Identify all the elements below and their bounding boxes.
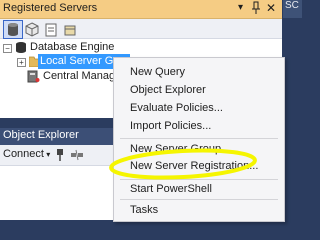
right-dock-panel: SC bbox=[283, 0, 302, 220]
analysis-services-toolbar-button[interactable] bbox=[22, 20, 42, 39]
menu-item-tasks[interactable]: Tasks bbox=[130, 202, 158, 218]
connect-button-label: Connect bbox=[3, 148, 44, 160]
menu-separator bbox=[120, 138, 278, 139]
collapse-icon[interactable]: − bbox=[3, 44, 12, 53]
integration-services-toolbar-button[interactable] bbox=[60, 20, 80, 39]
tree-item-label: Central Manag bbox=[43, 70, 116, 82]
pin-icon[interactable] bbox=[251, 1, 261, 15]
registered-servers-toolbar bbox=[0, 19, 282, 39]
window-position-dropdown-icon[interactable]: ▾ bbox=[238, 2, 243, 13]
disconnect-icon[interactable] bbox=[70, 148, 84, 162]
server-icon bbox=[27, 70, 40, 83]
registered-servers-title: Registered Servers bbox=[3, 2, 98, 14]
reporting-services-toolbar-button[interactable] bbox=[41, 20, 61, 39]
menu-separator bbox=[120, 179, 278, 180]
menu-item-start-powershell[interactable]: Start PowerShell bbox=[130, 181, 212, 197]
cube-icon bbox=[25, 22, 39, 37]
database-icon bbox=[16, 42, 26, 53]
connect-button[interactable]: Connect ▾ bbox=[3, 148, 50, 160]
menu-item-evaluate-policies[interactable]: Evaluate Policies... bbox=[130, 100, 223, 116]
report-icon bbox=[45, 23, 57, 37]
menu-item-new-query[interactable]: New Query bbox=[130, 64, 185, 80]
menu-item-new-server-group[interactable]: New Server Group... bbox=[130, 141, 230, 157]
right-dock-tab[interactable]: SC bbox=[283, 0, 302, 18]
menu-item-object-explorer[interactable]: Object Explorer bbox=[130, 82, 206, 98]
object-explorer-title: Object Explorer bbox=[3, 129, 79, 141]
menu-item-import-policies[interactable]: Import Policies... bbox=[130, 118, 211, 134]
database-icon bbox=[8, 23, 18, 36]
context-menu: New Query Object Explorer Evaluate Polic… bbox=[113, 57, 285, 222]
close-icon[interactable]: ✕ bbox=[266, 1, 276, 15]
menu-item-new-server-registration[interactable]: New Server Registration... bbox=[130, 158, 258, 174]
chevron-down-icon: ▾ bbox=[43, 150, 51, 159]
package-icon bbox=[64, 25, 76, 36]
database-engine-toolbar-button[interactable] bbox=[3, 20, 23, 39]
tree-item-label: Database Engine bbox=[30, 41, 115, 53]
expand-icon[interactable]: + bbox=[17, 58, 26, 67]
registered-servers-titlebar: Registered Servers ▾ ✕ bbox=[0, 0, 282, 19]
menu-separator bbox=[120, 199, 278, 200]
connect-plug-icon[interactable] bbox=[54, 148, 66, 162]
